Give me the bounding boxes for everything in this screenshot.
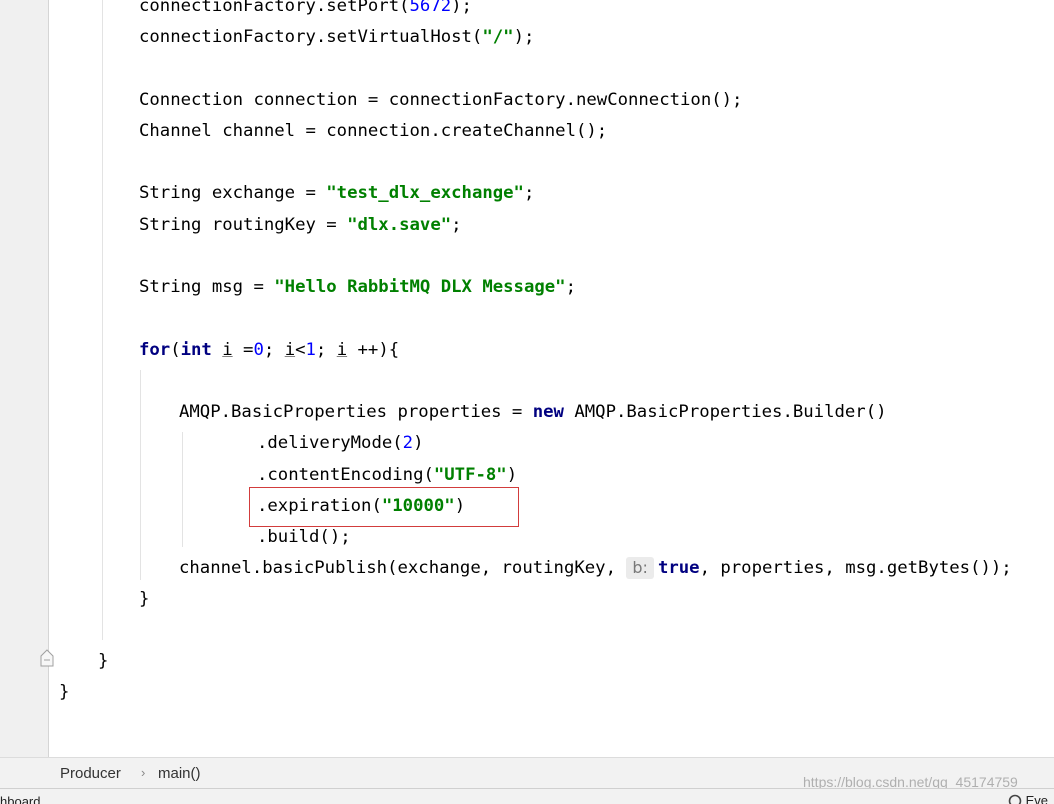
- code-token: , properties, msg.getBytes());: [700, 558, 1012, 578]
- code-token: }: [139, 589, 149, 609]
- editor-gutter[interactable]: [0, 0, 49, 757]
- code-line[interactable]: }: [98, 647, 108, 675]
- code-token: String routingKey =: [139, 215, 347, 235]
- code-token: (: [170, 340, 180, 360]
- code-line[interactable]: channel.basicPublish(exchange, routingKe…: [179, 554, 1012, 582]
- code-keyword: int: [181, 340, 212, 360]
- code-line[interactable]: Channel channel = connection.createChann…: [139, 117, 607, 145]
- code-token: Channel channel = connection.createChann…: [139, 121, 607, 141]
- code-token: }: [59, 682, 69, 702]
- code-number-literal: 2: [403, 433, 413, 453]
- code-line[interactable]: }: [59, 678, 69, 706]
- code-line[interactable]: for(int i =0; i<1; i ++){: [139, 336, 399, 364]
- code-line[interactable]: Connection connection = connectionFactor…: [139, 86, 742, 114]
- code-number-literal: 1: [306, 340, 316, 360]
- code-string-literal: "dlx.save": [347, 215, 451, 235]
- fold-marker-icon[interactable]: [39, 648, 55, 668]
- code-token: AMQP.BasicProperties properties =: [179, 402, 533, 422]
- code-number-literal: 0: [253, 340, 263, 360]
- code-token: connectionFactory.setVirtualHost(: [139, 27, 482, 47]
- code-line[interactable]: String routingKey = "dlx.save";: [139, 211, 462, 239]
- code-line[interactable]: }: [139, 585, 149, 613]
- code-token: connectionFactory.setPort(: [139, 0, 410, 16]
- code-line[interactable]: .build();: [257, 523, 351, 551]
- code-token: ++){: [347, 340, 399, 360]
- code-keyword: for: [139, 340, 170, 360]
- code-token: ;: [316, 340, 337, 360]
- code-token: [212, 340, 222, 360]
- code-token: .contentEncoding(: [257, 465, 434, 485]
- code-token: }: [98, 651, 108, 671]
- code-token: ;: [524, 183, 534, 203]
- code-token: );: [514, 27, 535, 47]
- code-string-literal: "UTF-8": [434, 465, 507, 485]
- code-variable: i: [222, 340, 232, 360]
- code-line[interactable]: AMQP.BasicProperties properties = new AM…: [179, 398, 887, 426]
- breadcrumb-separator-icon: ›: [141, 765, 145, 780]
- indent-guide: [182, 432, 183, 547]
- code-variable: i: [285, 340, 295, 360]
- tool-window-tab-label: Eve: [1026, 793, 1048, 804]
- code-line[interactable]: .deliveryMode(2): [257, 429, 423, 457]
- code-token: Connection connection = connectionFactor…: [139, 90, 742, 110]
- code-keyword: true: [658, 558, 700, 578]
- code-number-literal: 5672: [410, 0, 452, 16]
- code-token: <: [295, 340, 305, 360]
- code-editor[interactable]: connectionFactory.setPort(5672); connect…: [0, 0, 1054, 757]
- code-token: =: [233, 340, 254, 360]
- code-line[interactable]: .contentEncoding("UTF-8"): [257, 461, 517, 489]
- code-token: .deliveryMode(: [257, 433, 403, 453]
- tool-window-bar: hboard Eve: [0, 788, 1054, 804]
- code-token: String msg =: [139, 277, 274, 297]
- code-line[interactable]: String exchange = "test_dlx_exchange";: [139, 179, 534, 207]
- code-token: channel.basicPublish(exchange, routingKe…: [179, 558, 626, 578]
- code-token: ): [507, 465, 517, 485]
- code-token: );: [451, 0, 472, 16]
- code-token: String exchange =: [139, 183, 326, 203]
- breadcrumb-item-producer[interactable]: Producer: [60, 765, 121, 782]
- code-variable: i: [337, 340, 347, 360]
- highlight-annotation-box: [249, 487, 519, 527]
- code-token: ;: [451, 215, 461, 235]
- code-string-literal: "/": [482, 27, 513, 47]
- code-token: ;: [566, 277, 576, 297]
- parameter-hint-badge: b:: [626, 557, 654, 579]
- code-token: AMQP.BasicProperties.Builder(): [564, 402, 887, 422]
- indent-guide: [102, 0, 103, 640]
- code-keyword: new: [533, 402, 564, 422]
- code-token: .build();: [257, 527, 351, 547]
- code-token: ;: [264, 340, 285, 360]
- code-string-literal: "Hello RabbitMQ DLX Message": [274, 277, 565, 297]
- code-line[interactable]: connectionFactory.setVirtualHost("/");: [139, 23, 534, 51]
- code-token: ): [413, 433, 423, 453]
- code-line[interactable]: connectionFactory.setPort(5672);: [139, 0, 472, 20]
- code-string-literal: "test_dlx_exchange": [326, 183, 524, 203]
- indent-guide: [140, 370, 141, 580]
- code-line[interactable]: String msg = "Hello RabbitMQ DLX Message…: [139, 273, 576, 301]
- breadcrumb-item-main[interactable]: main(): [158, 765, 201, 782]
